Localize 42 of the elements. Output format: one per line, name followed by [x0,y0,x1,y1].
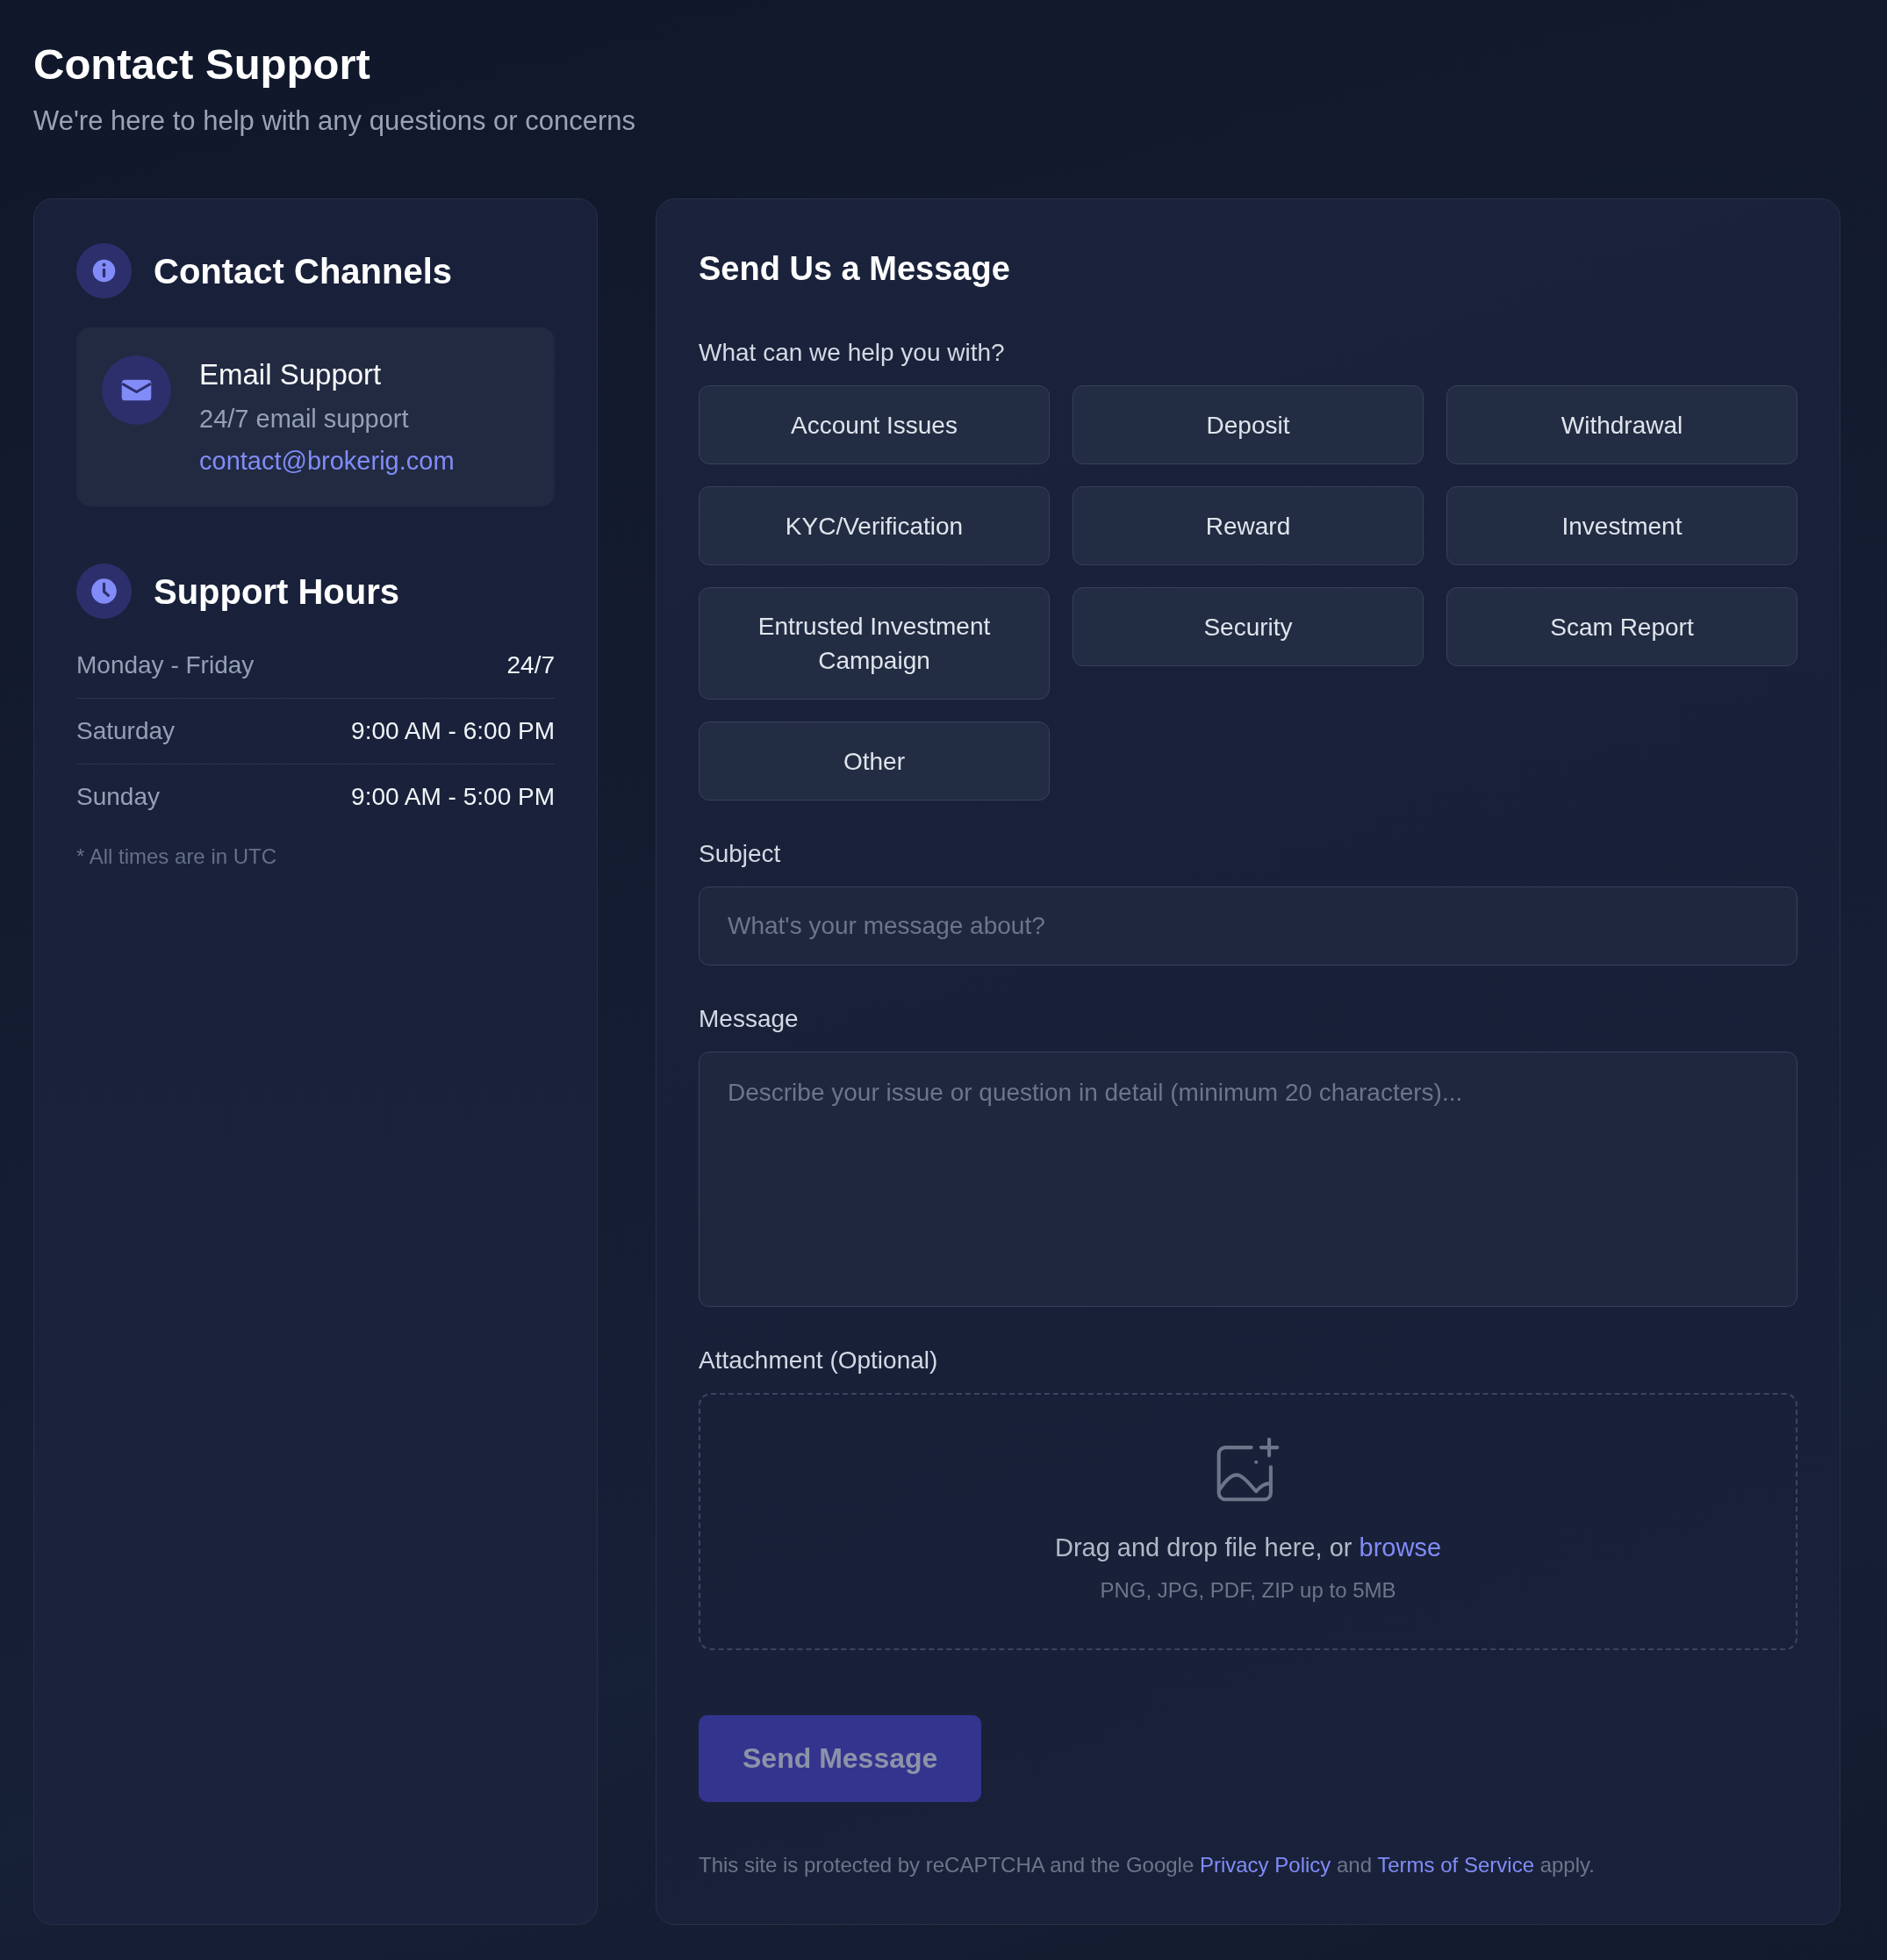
hours-value: 9:00 AM - 5:00 PM [351,782,555,812]
topic-button[interactable]: Account Issues [699,385,1050,464]
field-label: Attachment (Optional) [699,1346,939,1375]
privacy-policy-link[interactable]: Privacy Policy [1199,1853,1331,1877]
day-label: Sunday [76,782,160,812]
hours-value: 9:00 AM - 6:00 PM [351,716,555,746]
page-title: Contact Support [33,39,371,90]
field-label: What can we help you with? [699,338,1006,368]
topic-button[interactable]: KYC/Verification [699,486,1050,565]
hours-value: 24/7 [506,650,555,680]
section-heading: Contact Channels [154,250,453,292]
section-heading: Support Hours [154,571,399,613]
subject-input[interactable]: What's your message about? [699,887,1797,966]
topic-button[interactable]: Security [1073,587,1424,666]
channel-title: Email Support [199,357,383,392]
topic-button[interactable]: Investment [1446,486,1797,565]
day-label: Monday - Friday [76,650,255,680]
timezone-note: * All times are in UTC [76,844,278,870]
terms-of-service-link[interactable]: Terms of Service [1377,1853,1534,1877]
email-link[interactable]: contact@brokerig.com [199,442,455,480]
message-textarea[interactable]: Describe your issue or question in detail (minimum 20 characters)... [699,1052,1797,1307]
channel-description: 24/7 email support [199,404,410,434]
topic-button[interactable]: Other [699,722,1050,801]
topic-button[interactable]: Withdrawal [1446,385,1797,464]
topic-button[interactable]: Entrusted Investment Campaign [699,587,1050,700]
info-icon [76,243,132,298]
topic-button[interactable]: Deposit [1073,385,1424,464]
clock-icon [76,564,132,619]
page-subtitle: We're here to help with any questions or concerns [33,104,636,138]
field-label: Subject [699,839,782,869]
file-drop-zone[interactable]: Drag and drop file here, or browse PNG, JPG, PDF, ZIP up to 5MB [699,1393,1797,1650]
topic-button[interactable]: Scam Report [1446,587,1797,666]
file-type-hint: PNG, JPG, PDF, ZIP up to 5MB [1100,1577,1396,1604]
form-title: Send Us a Message [699,249,1011,289]
field-label: Message [699,1004,800,1034]
image-add-icon [1216,1438,1281,1503]
envelope-icon [102,355,171,425]
day-label: Saturday [76,716,176,746]
recaptcha-notice: This site is protected by reCAPTCHA and the Google Privacy Policy and Terms of Service apply. [699,1852,1596,1878]
browse-link[interactable]: browse [1359,1533,1442,1562]
topic-button[interactable]: Reward [1073,486,1424,565]
drop-zone-text: Drag and drop file here, or browse [1054,1533,1442,1563]
